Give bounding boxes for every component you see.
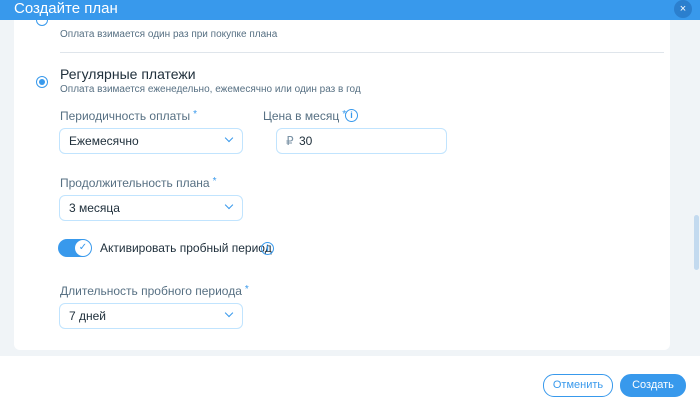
trial-toggle[interactable]: ✓ [58, 239, 92, 257]
scrollbar-thumb[interactable] [694, 215, 699, 270]
info-icon[interactable]: i [345, 109, 358, 122]
trial-duration-value: 7 дней [69, 309, 107, 323]
dialog-footer: Отменить Создать [0, 356, 700, 399]
dialog-header: Создайте план × [0, 0, 700, 20]
currency-symbol: ₽ [286, 134, 294, 148]
required-mark: * [212, 176, 217, 187]
chevron-down-icon [224, 308, 234, 318]
trial-duration-select[interactable]: 7 дней [59, 303, 243, 329]
periodicity-label-text: Периодичность оплаты [60, 109, 191, 123]
cancel-button[interactable]: Отменить [543, 374, 613, 397]
dialog-title: Создайте план [14, 0, 118, 17]
price-input[interactable]: ₽ 30 [276, 128, 447, 154]
create-button[interactable]: Создать [620, 374, 686, 397]
trial-duration-label-text: Длительность пробного периода [60, 284, 242, 298]
chevron-down-icon [224, 200, 234, 210]
price-value: 30 [299, 134, 313, 148]
required-mark: * [244, 284, 249, 295]
plan-settings-card: Оплата взимается один раз при покупке пл… [14, 20, 670, 350]
duration-label: Продолжительность плана * [60, 176, 217, 190]
periodicity-label: Периодичность оплаты * [60, 109, 197, 123]
close-icon[interactable]: × [674, 0, 692, 18]
recurring-title: Регулярные платежи [60, 66, 196, 82]
info-icon[interactable]: i [261, 242, 274, 255]
dialog-content: Оплата взимается один раз при покупке пл… [0, 20, 700, 356]
options-divider [60, 52, 664, 53]
recurring-payment-radio[interactable] [36, 76, 48, 88]
chevron-down-icon [224, 133, 234, 143]
periodicity-select[interactable]: Ежемесячно [59, 128, 243, 154]
trial-toggle-label: Активировать пробный период [100, 241, 272, 255]
periodicity-value: Ежемесячно [69, 134, 139, 148]
price-label-text: Цена в месяц [263, 109, 340, 123]
duration-label-text: Продолжительность плана [60, 176, 210, 190]
scrollbar[interactable] [693, 20, 700, 356]
trial-duration-label: Длительность пробного периода * [60, 284, 249, 298]
required-mark: * [193, 109, 198, 120]
check-icon: ✓ [75, 240, 91, 256]
price-label: Цена в месяц * [263, 109, 346, 123]
duration-select[interactable]: 3 месяца [59, 195, 243, 221]
one-time-description: Оплата взимается один раз при покупке пл… [60, 29, 278, 40]
duration-value: 3 месяца [69, 201, 120, 215]
recurring-description: Оплата взимается еженедельно, ежемесячно… [60, 84, 361, 95]
one-time-payment-radio[interactable] [36, 20, 48, 26]
